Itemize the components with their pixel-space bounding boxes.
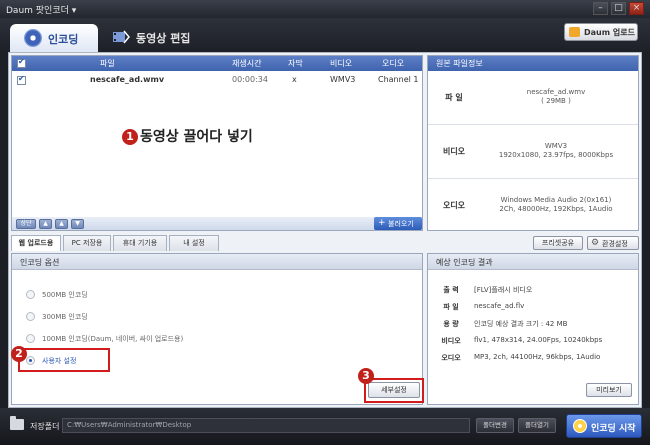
- upload-icon: [569, 27, 580, 37]
- app-title[interactable]: Daum 팟인코더 ▾: [6, 3, 76, 16]
- drop-hint-text: 동영상 끌어다 넣기: [140, 129, 253, 145]
- encoding-options-panel: 인코딩 옵션 500MB 인코딩 300MB 인코딩 100MB 인코딩(Dau…: [11, 253, 424, 405]
- tab-encoding-label: 인코딩: [48, 33, 79, 46]
- start-encoding-button[interactable]: 인코딩 시작: [566, 414, 642, 438]
- col-audio[interactable]: 오디오: [382, 58, 404, 69]
- file-audio: Channel 1: [378, 75, 419, 84]
- encode-start-icon: [573, 419, 587, 433]
- file-list[interactable]: 파일 재생시간 자막 비디오 오디오 nescafe_ad.wmv 00:00:…: [11, 55, 423, 231]
- option-300mb-radio[interactable]: [26, 312, 35, 321]
- film-reel-icon: [24, 29, 42, 47]
- col-video[interactable]: 비디오: [330, 58, 352, 69]
- tab-mobile[interactable]: 휴대 기기용: [113, 235, 167, 251]
- source-audio-row: 오디오 Windows Media Audio 2(0x161) 2Ch, 480…: [442, 196, 613, 213]
- col-subtitle[interactable]: 자막: [288, 58, 303, 69]
- tab-my-settings[interactable]: 내 설정: [169, 235, 219, 251]
- option-500mb-radio[interactable]: [26, 290, 35, 299]
- encode-result-header: 예상 인코딩 결과: [428, 254, 638, 270]
- encode-result-panel: 예상 인코딩 결과 출 력 [FLV]플래시 비디오 파 일 nescafe_ad.…: [427, 253, 639, 405]
- step-badge-3: 3: [358, 368, 374, 384]
- folder-icon: [10, 416, 24, 430]
- change-folder-button[interactable]: 폴더변경: [476, 418, 514, 433]
- open-folder-button[interactable]: 폴더열기: [518, 418, 556, 433]
- maximize-button[interactable]: □: [611, 2, 626, 15]
- save-folder-label: 저장폴더: [30, 422, 60, 431]
- plus-icon: +: [378, 218, 386, 228]
- file-subtitle: x: [292, 75, 297, 84]
- scissors-film-icon: [113, 30, 130, 44]
- close-button[interactable]: ×: [629, 2, 644, 15]
- highlight-custom-option: [18, 348, 110, 372]
- file-name: nescafe_ad.wmv: [90, 75, 165, 84]
- move-up-top-button[interactable]: ▲: [39, 219, 52, 229]
- bottom-bar: 저장폴더 C:₩Users₩Administrator₩Desktop 폴더변경…: [0, 408, 650, 445]
- env-settings-button[interactable]: ⚙ 환경설정: [587, 236, 639, 250]
- minimize-button[interactable]: –: [593, 2, 608, 15]
- encoding-options-header: 인코딩 옵션: [12, 254, 422, 270]
- save-path-field[interactable]: C:₩Users₩Administrator₩Desktop: [62, 418, 470, 433]
- file-list-header: 파일 재생시간 자막 비디오 오디오: [12, 56, 422, 71]
- option-100mb-radio[interactable]: [26, 334, 35, 343]
- source-info-panel: 원본 파일정보 파 일 nescafe_ad.wmv( 29MB ) 비디오 W…: [427, 55, 639, 231]
- gear-icon: ⚙: [591, 238, 600, 248]
- tab-pc-storage[interactable]: PC 저장용: [63, 235, 111, 251]
- tab-web-upload[interactable]: 웹 업로드용: [11, 235, 61, 251]
- file-row-checkbox[interactable]: [17, 74, 26, 85]
- file-video: WMV3: [330, 75, 356, 84]
- file-row[interactable]: nescafe_ad.wmv 00:00:34 x WMV3 Channel 1: [12, 73, 422, 87]
- main-panel: 파일 재생시간 자막 비디오 오디오 nescafe_ad.wmv 00:00:…: [8, 52, 642, 408]
- source-file-row: 파 일 nescafe_ad.wmv( 29MB ): [428, 71, 638, 125]
- preview-button[interactable]: 미리보기: [586, 383, 632, 397]
- top-tab-bar: 인코딩 동영상 편집: [0, 18, 650, 52]
- step-badge-2: 2: [11, 346, 27, 362]
- col-file[interactable]: 파일: [100, 58, 115, 69]
- title-bar: Daum 팟인코더 ▾ – □ ×: [0, 0, 650, 18]
- file-list-footer: 상단 ▲ ▲ ▼: [12, 217, 422, 230]
- source-video-row: 비디오 WMV3 1920x1080, 23.97fps, 8000Kbps: [428, 125, 638, 179]
- select-all-checkbox[interactable]: [17, 57, 26, 68]
- move-down-button[interactable]: ▼: [71, 219, 84, 229]
- highlight-detail-button: [364, 378, 424, 403]
- load-file-button[interactable]: + 불러오기: [374, 217, 422, 230]
- source-info-header: 원본 파일정보: [428, 56, 638, 71]
- file-duration: 00:00:34: [232, 75, 268, 84]
- move-up-button[interactable]: ▲: [55, 219, 68, 229]
- daum-upload-button[interactable]: Daum 업로드: [564, 23, 638, 41]
- drop-hint: 1 동영상 끌어다 넣기: [122, 126, 253, 146]
- col-duration[interactable]: 재생시간: [232, 58, 261, 69]
- step-badge-1: 1: [122, 129, 138, 145]
- window-controls: – □ ×: [593, 2, 644, 15]
- tab-video-edit[interactable]: 동영상 편집: [108, 26, 208, 50]
- tab-encoding[interactable]: 인코딩: [10, 24, 98, 52]
- preset-share-button[interactable]: 프리셋공유: [533, 236, 583, 250]
- tab-video-edit-label: 동영상 편집: [136, 32, 191, 45]
- move-top-button[interactable]: 상단: [16, 219, 36, 229]
